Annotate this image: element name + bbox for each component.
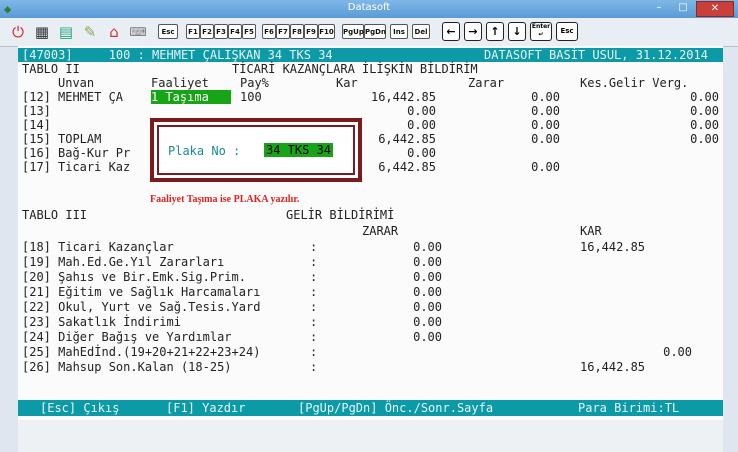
title-bar: ◆ Datasoft – □ ✕ [0,0,738,18]
table-row[interactable]: [14] 0.00 0.00 0.00 [18,118,723,132]
toolbar: ⏻ ▦ ▤ ✎ ⌂ ⌨ Esc F1 F2 F3 F4 F5 F6 F7 F8 … [0,18,738,47]
key-f1[interactable]: F1 [186,24,200,39]
keyboard-icon[interactable]: ⌨ [128,22,148,42]
key-f8[interactable]: F8 [290,24,304,39]
tablo3-heading: TABLO III GELİR BİLDİRİMİ [22,208,395,222]
arrow-up-icon[interactable]: ↑ [486,22,504,41]
plaka-label: Plaka No : [168,144,241,158]
key-f4[interactable]: F4 [228,24,242,39]
bottom-area [18,420,723,452]
hint-text: Faaliyet Taşıma ise PLAKA yazılır. [150,194,300,205]
list-item[interactable]: [21] Eğitim ve Sağlık Harcamaları : 0.00 [18,285,723,299]
key-esc-right[interactable]: Esc [556,22,578,41]
list-item[interactable]: [20] Şahıs ve Bir.Emk.Sig.Prim. : 0.00 [18,270,723,284]
close-button[interactable]: ✕ [696,1,734,17]
minimize-button[interactable]: – [648,1,670,15]
plaka-dialog: Plaka No : 34 TKS 34 [150,118,362,182]
key-del[interactable]: Del [412,24,430,39]
screen-header: [47003] 100 : MEHMET ÇALIŞKAN 34 TKS 34 … [18,48,723,62]
tools-icon[interactable]: ✎ [80,22,100,42]
status-bar: [Esc] Çıkış [F1] Yazdır [PgUp/PgDn] Önc.… [18,400,723,416]
key-f7[interactable]: F7 [276,24,290,39]
plaka-input[interactable]: 34 TKS 34 [264,143,334,157]
window-title: Datasoft [347,2,391,13]
status-esc[interactable]: [Esc] Çıkış [40,400,119,416]
status-currency: Para Birimi:TL [578,401,680,415]
key-f6[interactable]: F6 [262,24,276,39]
list-item[interactable]: [25] MahEdİnd.(19+20+21+22+23+24) : 0.00 [18,345,723,359]
status-paging[interactable]: [PgUp/PgDn] Önc./Sonr.Sayfa [298,400,493,416]
tablo2-heading: TABLO II TİCARİ KAZANÇLARA İLİŞKİN BİLDİ… [22,62,478,76]
notepad-icon[interactable]: ▤ [56,22,76,42]
window-controls: – □ ✕ [648,1,734,17]
key-esc[interactable]: Esc [158,24,178,39]
key-pgup[interactable]: PgUp [342,24,364,39]
key-f10[interactable]: F10 [318,24,335,39]
list-item[interactable]: [22] Okul, Yurt ve Sağ.Tesis.Yard : 0.00 [18,300,723,314]
table-row[interactable]: [13] 0.00 0.00 0.00 [18,104,723,118]
key-f3[interactable]: F3 [214,24,228,39]
table-row[interactable]: [12] MEHMET ÇA 1 Taşıma 100 16,442.85 0.… [18,90,723,104]
table-row[interactable]: [15] TOPLAM 6,442.85 0.00 0.00 [18,132,723,146]
list-item[interactable]: [18] Ticari Kazançlar : 0.00 16,442.85 [18,240,723,254]
key-pgdn[interactable]: PgDn [364,24,386,39]
dos-screen: [47003] 100 : MEHMET ÇALIŞKAN 34 TKS 34 … [18,46,723,420]
arrow-down-icon[interactable]: ↓ [508,22,526,41]
power-icon[interactable]: ⏻ [8,22,28,42]
list-item[interactable]: [24] Diğer Bağış ve Yardımlar : 0.00 [18,330,723,344]
arrow-left-icon[interactable]: ← [442,22,460,41]
tablo3-column-headers: ZARAR KAR [362,224,602,238]
list-item[interactable]: [23] Sakatlık İndirimi : 0.00 [18,315,723,329]
list-item[interactable]: [19] Mah.Ed.Ge.Yıl Zararları : 0.00 [18,255,723,269]
enter-key-icon[interactable]: Enter ↵ [530,22,552,41]
maximize-button[interactable]: □ [672,1,694,15]
tablo2-column-headers: Unvan Faaliyet Pay% Kar Zarar Kes.Gelir … [58,76,689,90]
home-icon[interactable]: ⌂ [104,22,124,42]
key-ins[interactable]: Ins [390,24,408,39]
table-row[interactable]: [17] Ticari Kaz 6,442.85 0.00 [18,160,723,174]
key-f2[interactable]: F2 [200,24,214,39]
faaliyet-field[interactable]: 1 Taşıma [151,90,231,104]
arrow-right-icon[interactable]: → [464,22,482,41]
table-row[interactable]: [16] Bağ-Kur Pr 0.00 [18,146,723,160]
status-print[interactable]: [F1] Yazdır [166,400,245,416]
key-f5[interactable]: F5 [242,24,256,39]
key-f9[interactable]: F9 [304,24,318,39]
calculator-icon[interactable]: ▦ [32,22,52,42]
list-item[interactable]: [26] Mahsup Son.Kalan (18-25) : 16,442.8… [18,360,723,374]
